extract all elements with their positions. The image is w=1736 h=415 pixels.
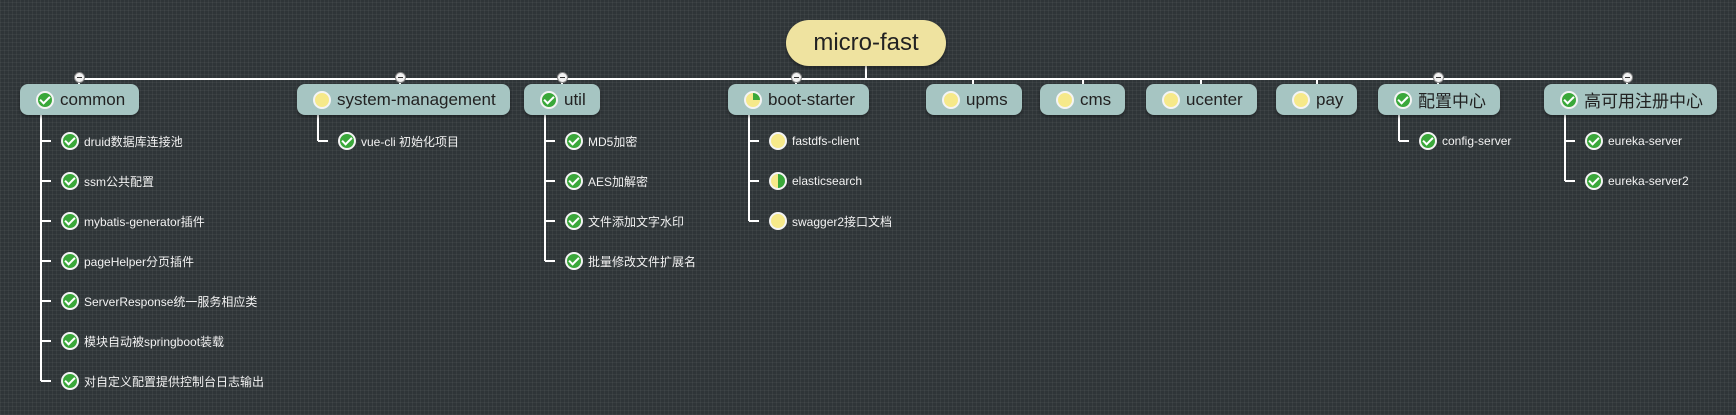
subtopic[interactable]: ServerResponse统一服务相应类 <box>61 290 257 312</box>
checkmark-complete-icon <box>540 90 558 109</box>
checkmark-complete-icon <box>1394 90 1412 109</box>
subtopic-label: eureka-server2 <box>1608 174 1689 188</box>
subtopic[interactable]: elasticsearch <box>769 170 862 192</box>
checkmark-complete-icon <box>1585 172 1603 190</box>
branch-topic[interactable]: 配置中心 <box>1378 84 1500 115</box>
checkmark-complete-icon <box>565 212 583 230</box>
checkmark-complete-icon <box>1585 132 1603 150</box>
subtopic-label: fastdfs-client <box>792 134 860 148</box>
subtopic[interactable]: ssm公共配置 <box>61 170 154 192</box>
branch-topic[interactable]: common <box>20 84 140 115</box>
checkmark-complete-icon <box>565 172 583 190</box>
branch-topic-label: common <box>60 89 126 109</box>
branch-topic[interactable]: upms <box>926 84 1022 115</box>
checkmark-complete-icon <box>565 132 583 150</box>
subtopic-label: eureka-server <box>1608 134 1683 148</box>
subtopic-label: vue-cli 初始化项目 <box>361 134 460 149</box>
branch-topic-label: cms <box>1080 89 1112 109</box>
collapse-toggle-icon[interactable] <box>394 72 406 83</box>
task-not-started-icon <box>769 132 787 150</box>
subtopic[interactable]: AES加解密 <box>565 170 648 192</box>
subtopic[interactable]: 文件添加文字水印 <box>565 210 684 232</box>
checkmark-complete-icon <box>61 332 79 350</box>
subtopic[interactable]: config-server <box>1419 130 1511 152</box>
task-not-started-icon <box>1056 90 1074 109</box>
subtopic-label: 批量修改文件扩展名 <box>588 254 697 269</box>
branch-topic-label: 高可用注册中心 <box>1584 92 1703 111</box>
root-topic[interactable]: micro-fast <box>786 20 946 66</box>
subtopic[interactable]: 模块自动被springboot装载 <box>61 330 224 352</box>
subtopic[interactable]: vue-cli 初始化项目 <box>338 130 459 152</box>
checkmark-complete-icon <box>61 252 79 270</box>
subtopic-label: config-server <box>1442 134 1512 148</box>
checkmark-complete-icon <box>1560 90 1578 109</box>
task-not-started-icon <box>942 90 960 109</box>
checkmark-complete-icon <box>36 90 54 109</box>
task-not-started-icon <box>769 212 787 230</box>
subtopic-label: mybatis-generator插件 <box>84 214 205 229</box>
collapse-toggle-icon[interactable] <box>790 72 802 83</box>
subtopic[interactable]: 批量修改文件扩展名 <box>565 250 696 272</box>
branch-topic-label: 配置中心 <box>1418 92 1486 111</box>
subtopic[interactable]: 对自定义配置提供控制台日志输出 <box>61 370 264 392</box>
collapse-toggle-icon[interactable] <box>1621 72 1633 83</box>
subtopic-label: 模块自动被springboot装载 <box>84 334 225 349</box>
subtopic-label: ssm公共配置 <box>84 174 154 189</box>
subtopic[interactable]: mybatis-generator插件 <box>61 210 205 232</box>
subtopic[interactable]: eureka-server2 <box>1585 170 1689 192</box>
subtopic-label: elasticsearch <box>792 174 863 188</box>
checkmark-complete-icon <box>61 132 79 150</box>
collapse-toggle-icon[interactable] <box>73 72 85 83</box>
subtopic[interactable]: eureka-server <box>1585 130 1682 152</box>
collapse-toggle-icon[interactable] <box>556 72 568 83</box>
task-quarter-progress-icon <box>744 90 762 109</box>
checkmark-complete-icon <box>61 292 79 310</box>
checkmark-complete-icon <box>61 172 79 190</box>
branch-topic[interactable]: cms <box>1040 84 1126 115</box>
branch-topic[interactable]: util <box>524 84 600 115</box>
checkmark-complete-icon <box>61 372 79 390</box>
subtopic[interactable]: MD5加密 <box>565 130 637 152</box>
checkmark-complete-icon <box>1419 132 1437 150</box>
subtopic-label: pageHelper分页插件 <box>84 254 195 269</box>
subtopic[interactable]: swagger2接口文档 <box>769 210 892 232</box>
subtopic-label: ServerResponse统一服务相应类 <box>84 294 258 309</box>
subtopic[interactable]: druid数据库连接池 <box>61 130 183 152</box>
checkmark-complete-icon <box>565 252 583 270</box>
checkmark-complete-icon <box>338 132 356 150</box>
task-not-started-icon <box>1292 90 1310 109</box>
branch-topic[interactable]: pay <box>1276 84 1358 115</box>
branch-topic[interactable]: 高可用注册中心 <box>1544 84 1717 115</box>
branch-topic-label: system-management <box>337 89 496 109</box>
branch-topic-label: upms <box>966 89 1008 109</box>
root-topic-label: micro-fast <box>813 29 919 56</box>
task-not-started-icon <box>313 90 331 109</box>
branch-topic[interactable]: system-management <box>297 84 510 115</box>
subtopic-label: 对自定义配置提供控制台日志输出 <box>84 374 265 389</box>
collapse-toggle-icon[interactable] <box>1432 72 1444 83</box>
subtopic-label: 文件添加文字水印 <box>588 214 685 229</box>
subtopic-label: MD5加密 <box>588 134 638 149</box>
branch-topic[interactable]: boot-starter <box>728 84 869 115</box>
task-half-progress-icon <box>769 172 787 190</box>
branch-topic-label: util <box>564 89 586 109</box>
branch-topic-label: pay <box>1316 89 1344 109</box>
branch-topic[interactable]: ucenter <box>1146 84 1257 115</box>
subtopic-label: swagger2接口文档 <box>792 214 893 229</box>
subtopic[interactable]: fastdfs-client <box>769 130 859 152</box>
task-not-started-icon <box>1162 90 1180 109</box>
subtopic[interactable]: pageHelper分页插件 <box>61 250 194 272</box>
checkmark-complete-icon <box>61 212 79 230</box>
subtopic-label: AES加解密 <box>588 174 649 189</box>
subtopic-label: druid数据库连接池 <box>84 134 183 149</box>
branch-topic-label: ucenter <box>1186 89 1243 109</box>
branch-topic-label: boot-starter <box>768 89 855 109</box>
